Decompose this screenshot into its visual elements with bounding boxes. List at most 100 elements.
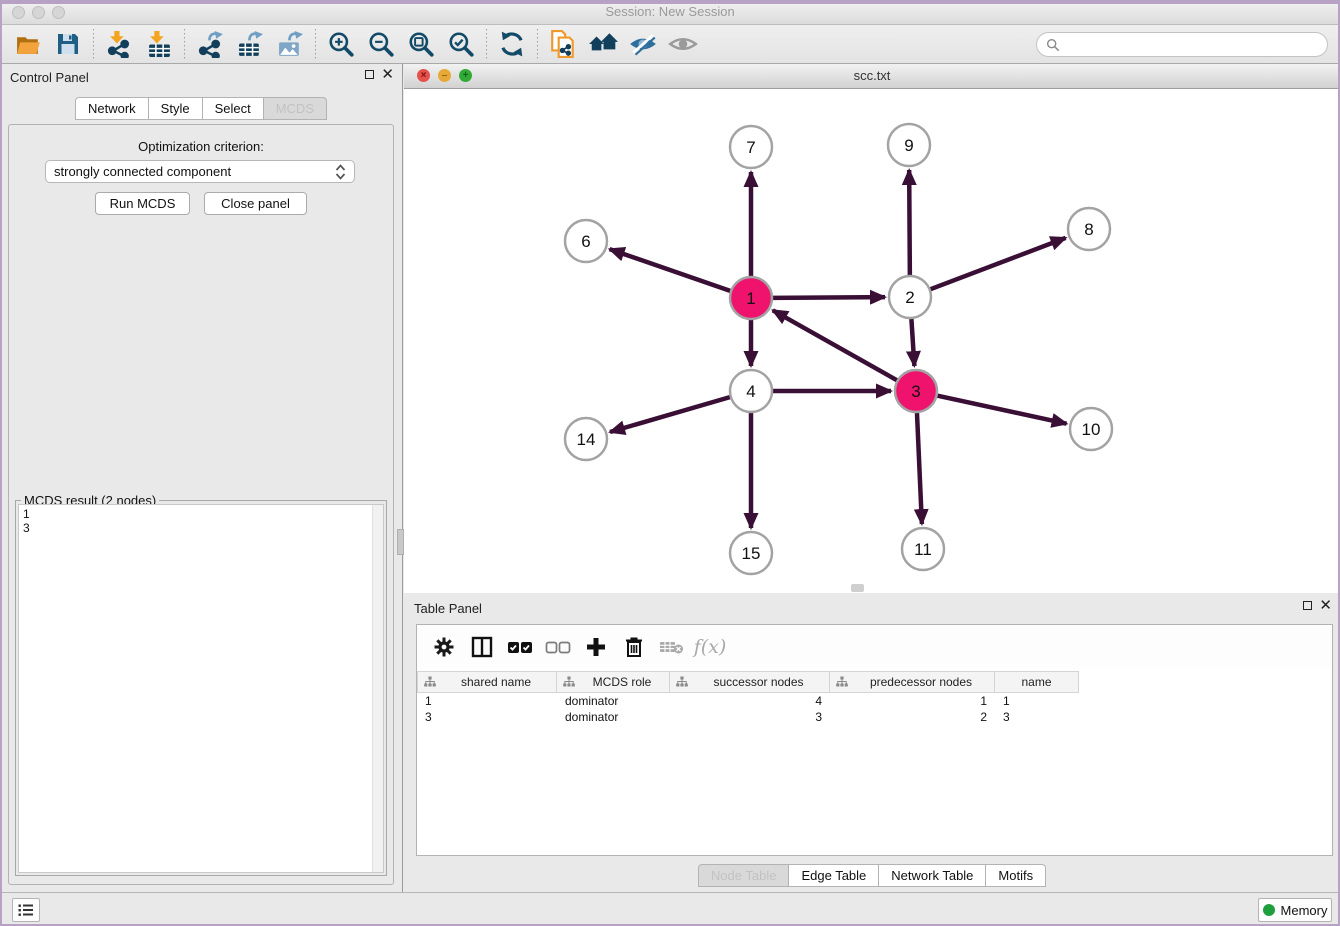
edge-3-1[interactable] bbox=[773, 310, 897, 380]
node-label-9: 9 bbox=[904, 136, 913, 155]
tab-motifs[interactable]: Motifs bbox=[986, 864, 1046, 887]
float-panel-icon[interactable] bbox=[1303, 601, 1312, 610]
gear-icon[interactable] bbox=[427, 631, 461, 663]
close-panel-icon[interactable]: ✕ bbox=[381, 69, 394, 80]
node-label-1: 1 bbox=[746, 289, 755, 308]
list-icon bbox=[18, 903, 34, 917]
column-header-predecessor-nodes[interactable]: predecessor nodes bbox=[830, 671, 995, 693]
network-document-icon[interactable] bbox=[543, 28, 583, 60]
open-folder-icon[interactable] bbox=[8, 28, 48, 60]
edge-2-3[interactable] bbox=[911, 319, 914, 366]
table-cell[interactable]: 1 bbox=[417, 693, 557, 709]
hierarchy-icon bbox=[836, 676, 848, 688]
table-cell[interactable]: 3 bbox=[995, 709, 1079, 725]
save-icon[interactable] bbox=[48, 28, 88, 60]
tab-select[interactable]: Select bbox=[203, 97, 264, 120]
search-field[interactable] bbox=[1036, 32, 1328, 57]
tab-style[interactable]: Style bbox=[149, 97, 203, 120]
task-list-button[interactable] bbox=[12, 898, 40, 922]
select-all-checkboxes-icon[interactable] bbox=[503, 631, 537, 663]
export-network-icon[interactable] bbox=[190, 28, 230, 60]
node-label-4: 4 bbox=[746, 382, 755, 401]
edge-3-10[interactable] bbox=[937, 396, 1066, 424]
memory-status-icon bbox=[1263, 904, 1275, 916]
tab-mcds[interactable]: MCDS bbox=[264, 97, 327, 120]
tab-network[interactable]: Network bbox=[75, 97, 149, 120]
hierarchy-icon bbox=[563, 676, 575, 688]
tab-edge-table[interactable]: Edge Table bbox=[789, 864, 879, 887]
delete-table-icon[interactable] bbox=[655, 631, 689, 663]
function-builder-icon[interactable]: f(x) bbox=[693, 631, 727, 663]
deselect-checkboxes-icon[interactable] bbox=[541, 631, 575, 663]
import-network-icon[interactable] bbox=[99, 28, 139, 60]
main-toolbar bbox=[0, 25, 1340, 64]
session-title: Session: New Session bbox=[0, 4, 1340, 19]
toolbar-separator bbox=[93, 29, 94, 59]
mcds-result-value: 1 bbox=[23, 507, 379, 521]
scrollbar[interactable] bbox=[372, 505, 383, 872]
edge-2-9[interactable] bbox=[909, 170, 910, 275]
zoom-fit-icon[interactable] bbox=[401, 28, 441, 60]
zoom-out-icon[interactable] bbox=[361, 28, 401, 60]
network-canvas[interactable]: 7968124314101511 bbox=[404, 89, 1340, 593]
node-label-10: 10 bbox=[1082, 420, 1101, 439]
table-toolbar: f(x) bbox=[417, 625, 1332, 669]
delete-column-icon[interactable] bbox=[617, 631, 651, 663]
table-cell[interactable]: dominator bbox=[557, 693, 670, 709]
close-panel-icon[interactable]: ✕ bbox=[1319, 600, 1332, 611]
table-cell[interactable]: 4 bbox=[670, 693, 830, 709]
table-header-row: shared nameMCDS rolesuccessor nodesprede… bbox=[417, 671, 1079, 693]
table-tabs: Node TableEdge TableNetwork TableMotifs bbox=[404, 864, 1340, 887]
edge-4-14[interactable] bbox=[610, 397, 730, 432]
edge-2-8[interactable] bbox=[931, 238, 1066, 289]
column-header-shared-name[interactable]: shared name bbox=[417, 671, 557, 693]
control-panel-tabs: NetworkStyleSelectMCDS bbox=[0, 97, 402, 120]
show-details-icon[interactable] bbox=[663, 28, 703, 60]
tab-node-table[interactable]: Node Table bbox=[698, 864, 790, 887]
network-graph[interactable]: 7968124314101511 bbox=[404, 89, 1340, 593]
run-mcds-button[interactable]: Run MCDS bbox=[95, 192, 190, 215]
zoom-in-icon[interactable] bbox=[321, 28, 361, 60]
table-cell[interactable]: 3 bbox=[670, 709, 830, 725]
mcds-result-value: 3 bbox=[23, 521, 379, 535]
export-image-icon[interactable] bbox=[270, 28, 310, 60]
table-cell[interactable]: 3 bbox=[417, 709, 557, 725]
table-cell[interactable]: 2 bbox=[830, 709, 995, 725]
zoom-selected-icon[interactable] bbox=[441, 28, 481, 60]
table-cell[interactable]: dominator bbox=[557, 709, 670, 725]
mcds-result-text[interactable]: 13 bbox=[18, 504, 384, 873]
home-icon[interactable] bbox=[583, 28, 623, 60]
table-cell[interactable]: 1 bbox=[830, 693, 995, 709]
node-label-6: 6 bbox=[581, 232, 590, 251]
table-row[interactable]: 3dominator323 bbox=[417, 709, 1332, 725]
node-table-container: f(x) shared nameMCDS rolesuccessor nodes… bbox=[416, 624, 1333, 856]
table-row[interactable]: 1dominator411 bbox=[417, 693, 1332, 709]
split-column-icon[interactable] bbox=[465, 631, 499, 663]
node-label-14: 14 bbox=[577, 430, 596, 449]
table-panel-header: Table Panel ✕ bbox=[404, 595, 1340, 621]
panel-splitter-handle[interactable] bbox=[397, 529, 404, 555]
search-input[interactable] bbox=[1060, 37, 1318, 53]
node-label-15: 15 bbox=[742, 544, 761, 563]
add-column-icon[interactable] bbox=[579, 631, 613, 663]
import-table-icon[interactable] bbox=[139, 28, 179, 60]
node-label-8: 8 bbox=[1084, 220, 1093, 239]
float-panel-icon[interactable] bbox=[365, 70, 374, 79]
export-table-icon[interactable] bbox=[230, 28, 270, 60]
hide-details-icon[interactable] bbox=[623, 28, 663, 60]
optimization-criterion-dropdown[interactable]: strongly connected component bbox=[45, 160, 355, 183]
edge-3-11[interactable] bbox=[917, 413, 922, 524]
refresh-icon[interactable] bbox=[492, 28, 532, 60]
tab-network-table[interactable]: Network Table bbox=[879, 864, 986, 887]
edge-1-2[interactable] bbox=[773, 297, 885, 298]
memory-button[interactable]: Memory bbox=[1258, 898, 1332, 922]
column-header-MCDS-role[interactable]: MCDS role bbox=[557, 671, 670, 693]
node-label-7: 7 bbox=[746, 138, 755, 157]
view-splitter-handle[interactable] bbox=[851, 584, 864, 592]
column-header-name[interactable]: name bbox=[995, 671, 1079, 693]
edge-1-6[interactable] bbox=[610, 249, 731, 291]
network-window-titlebar[interactable]: × – + scc.txt bbox=[404, 64, 1340, 89]
column-header-successor-nodes[interactable]: successor nodes bbox=[670, 671, 830, 693]
close-panel-button[interactable]: Close panel bbox=[204, 192, 307, 215]
table-cell[interactable]: 1 bbox=[995, 693, 1079, 709]
